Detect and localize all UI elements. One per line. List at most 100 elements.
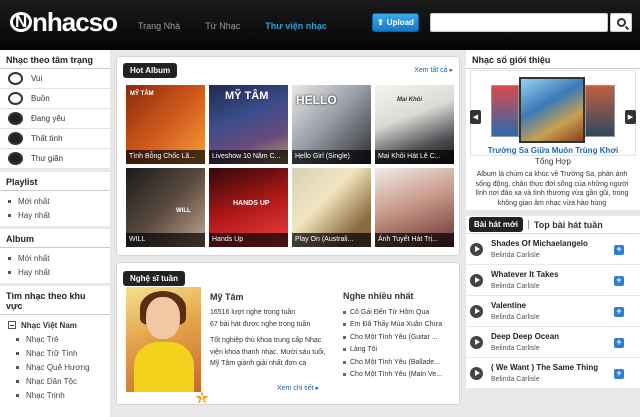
album-card[interactable]: HELLO Hello Girl (Single) <box>292 85 371 164</box>
mood-that-tinh[interactable]: Thất tình <box>0 129 110 149</box>
album-cover[interactable] <box>491 85 519 137</box>
song-artist[interactable]: Belinda Carlisle <box>491 252 588 259</box>
left-sidebar: Nhạc theo tâm trạng Vui Buồn Đang yêu Th… <box>0 50 110 417</box>
song-artist[interactable]: Belinda Carlisle <box>491 283 558 290</box>
nav-thu-vien-nhac[interactable]: Thư viện nhạc <box>265 21 327 31</box>
song-title[interactable]: Deep Deep Ocean <box>491 332 559 341</box>
song-title[interactable]: Shades Of Michaelangelo <box>491 239 588 248</box>
hot-album-title: Hot Album <box>123 62 178 78</box>
mood-dang-yeu[interactable]: Đang yêu <box>0 109 110 129</box>
region-nhac-que-huong[interactable]: Nhạc Quê Hương <box>0 360 110 374</box>
song-row[interactable]: Shades Of Michaelangelo Belinda Carlisle … <box>466 234 640 265</box>
carousel-next-icon[interactable]: ▶ <box>625 110 636 124</box>
mood-label: Vui <box>31 74 43 83</box>
album-card[interactable]: MỸ TÂM Tình Bỗng Chốc Lã... <box>126 85 205 164</box>
heart-face-icon <box>8 112 23 125</box>
see-all-label: Xem tất cả <box>414 67 448 74</box>
album-card[interactable]: Ánh Tuyết Hát Trị... <box>375 168 454 247</box>
album-card[interactable]: WILL WILL <box>126 168 205 247</box>
album-art-text: WILL <box>176 208 191 214</box>
featured-carousel <box>470 70 636 156</box>
album-card[interactable]: Play On (Australi... <box>292 168 371 247</box>
list-item[interactable]: Làng Tôi <box>343 344 459 357</box>
broken-heart-icon <box>8 132 23 145</box>
mood-buon[interactable]: Buồn <box>0 89 110 109</box>
artist-info: Mỹ Tâm 16516 lượt nghe trong tuần 67 bài… <box>210 291 330 370</box>
featured-song-title[interactable]: Trường Sa Giữa Muôn Trùng Khơi <box>470 146 636 155</box>
song-row[interactable]: Valentine Belinda Carlisle + <box>466 296 640 327</box>
chevron-right-icon: ▸ <box>449 67 453 74</box>
carousel-prev-icon[interactable]: ◀ <box>470 110 481 124</box>
song-title[interactable]: ( We Want ) The Same Thing <box>491 363 598 372</box>
mood-thu-gian[interactable]: Thư giãn <box>0 149 110 169</box>
album-art-text: Mai Khôi <box>397 97 422 103</box>
artist-name[interactable]: Mỹ Tâm <box>210 291 330 303</box>
album-caption: Hands Up <box>209 233 288 247</box>
search-input[interactable] <box>430 13 608 32</box>
play-icon[interactable] <box>470 273 483 287</box>
album-caption: Tình Bỗng Chốc Lã... <box>126 150 205 164</box>
mood-vui[interactable]: Vui <box>0 69 110 89</box>
mood-label: Thất tình <box>31 134 63 143</box>
region-vietnam[interactable]: Nhạc Việt Nam <box>0 318 110 332</box>
album-caption: Ánh Tuyết Hát Trị... <box>375 233 454 247</box>
playlist-title: Playlist <box>0 172 110 191</box>
list-item[interactable]: Cho Một Tình Yêu (Main Ve... <box>343 369 459 382</box>
album-card[interactable]: Mai Khôi Mai Khôi Hát Lê C... <box>375 85 454 164</box>
album-card[interactable]: HANDS UP Hands Up <box>209 168 288 247</box>
tab-divider <box>527 220 529 229</box>
region-nhac-tru-tinh[interactable]: Nhạc Trữ Tình <box>0 346 110 360</box>
play-icon[interactable] <box>470 304 483 318</box>
artist-photo[interactable] <box>126 287 201 392</box>
sad-face-icon <box>8 92 23 105</box>
song-artist[interactable]: Belinda Carlisle <box>491 345 559 352</box>
song-row[interactable]: Whatever It Takes Belinda Carlisle + <box>466 265 640 296</box>
upload-label: Upload <box>386 18 414 27</box>
album-best[interactable]: Hay nhất <box>0 265 110 279</box>
song-artist[interactable]: Belinda Carlisle <box>491 376 598 383</box>
album-caption: Mai Khôi Hát Lê C... <box>375 150 454 164</box>
site-logo[interactable]: N nhacso <box>8 9 118 35</box>
top-header: N nhacso Trang Nhà Từ Nhạc Thư viện nhạc… <box>0 0 640 50</box>
playlist-best[interactable]: Hay nhất <box>0 208 110 222</box>
list-item[interactable]: Em Đã Thấy Mùa Xuân Chưa <box>343 319 459 332</box>
add-icon[interactable]: + <box>614 338 624 348</box>
song-row[interactable]: Deep Deep Ocean Belinda Carlisle + <box>466 327 640 358</box>
add-icon[interactable]: + <box>614 245 624 255</box>
list-item[interactable]: Cho Một Tình Yêu (Ballade... <box>343 356 459 369</box>
album-cover-main[interactable] <box>519 77 585 143</box>
artist-stat-songs: 67 bài hát được nghe trong tuần <box>210 321 311 328</box>
artist-more-link[interactable]: Xem chi tiết ▸ <box>277 384 319 392</box>
song-artist[interactable]: Belinda Carlisle <box>491 314 540 321</box>
region-nhac-dan-toc[interactable]: Nhạc Dân Tộc <box>0 374 110 388</box>
region-nhac-trinh[interactable]: Nhạc Trịnh <box>0 388 110 402</box>
smile-icon <box>8 72 23 85</box>
region-nhac-tre[interactable]: Nhạc Trẻ <box>0 332 110 346</box>
mood-title: Nhạc theo tâm trạng <box>0 50 110 69</box>
play-icon[interactable] <box>470 242 483 256</box>
add-icon[interactable]: + <box>614 307 624 317</box>
album-cover[interactable] <box>585 85 615 137</box>
play-icon[interactable] <box>470 366 483 380</box>
see-all-link[interactable]: Xem tất cả ▸ <box>414 66 453 74</box>
add-icon[interactable]: + <box>614 276 624 286</box>
nav-tu-nhac[interactable]: Từ Nhạc <box>205 21 240 31</box>
album-newest[interactable]: Mới nhất <box>0 251 110 265</box>
list-item[interactable]: Cô Gái Đến Từ Hôm Qua <box>343 306 459 319</box>
album-art-text: MỸ TÂM <box>130 91 154 97</box>
search-button[interactable] <box>610 13 632 32</box>
album-card[interactable]: MỸ TÂM Liveshow 10 Năm C... <box>209 85 288 164</box>
nav-trang-nha[interactable]: Trang Nhà <box>138 21 180 31</box>
song-row[interactable]: ( We Want ) The Same Thing Belinda Carlis… <box>466 358 640 389</box>
list-item[interactable]: Cho Một Tình Yêu (Guitar ... <box>343 331 459 344</box>
featured-artist[interactable]: Tổng Hợp <box>470 157 636 166</box>
upload-button[interactable]: ⬆ Upload <box>372 13 419 32</box>
playlist-newest[interactable]: Mới nhất <box>0 194 110 208</box>
tab-top-week[interactable]: Top bài hát tuần <box>534 220 603 230</box>
song-title[interactable]: Whatever It Takes <box>491 270 558 279</box>
play-icon[interactable] <box>470 335 483 349</box>
add-icon[interactable]: + <box>614 369 624 379</box>
song-title[interactable]: Valentine <box>491 301 540 310</box>
featured-title: Nhạc số giới thiệu <box>466 50 640 69</box>
tab-new-songs[interactable]: Bài hát mới <box>469 217 523 232</box>
